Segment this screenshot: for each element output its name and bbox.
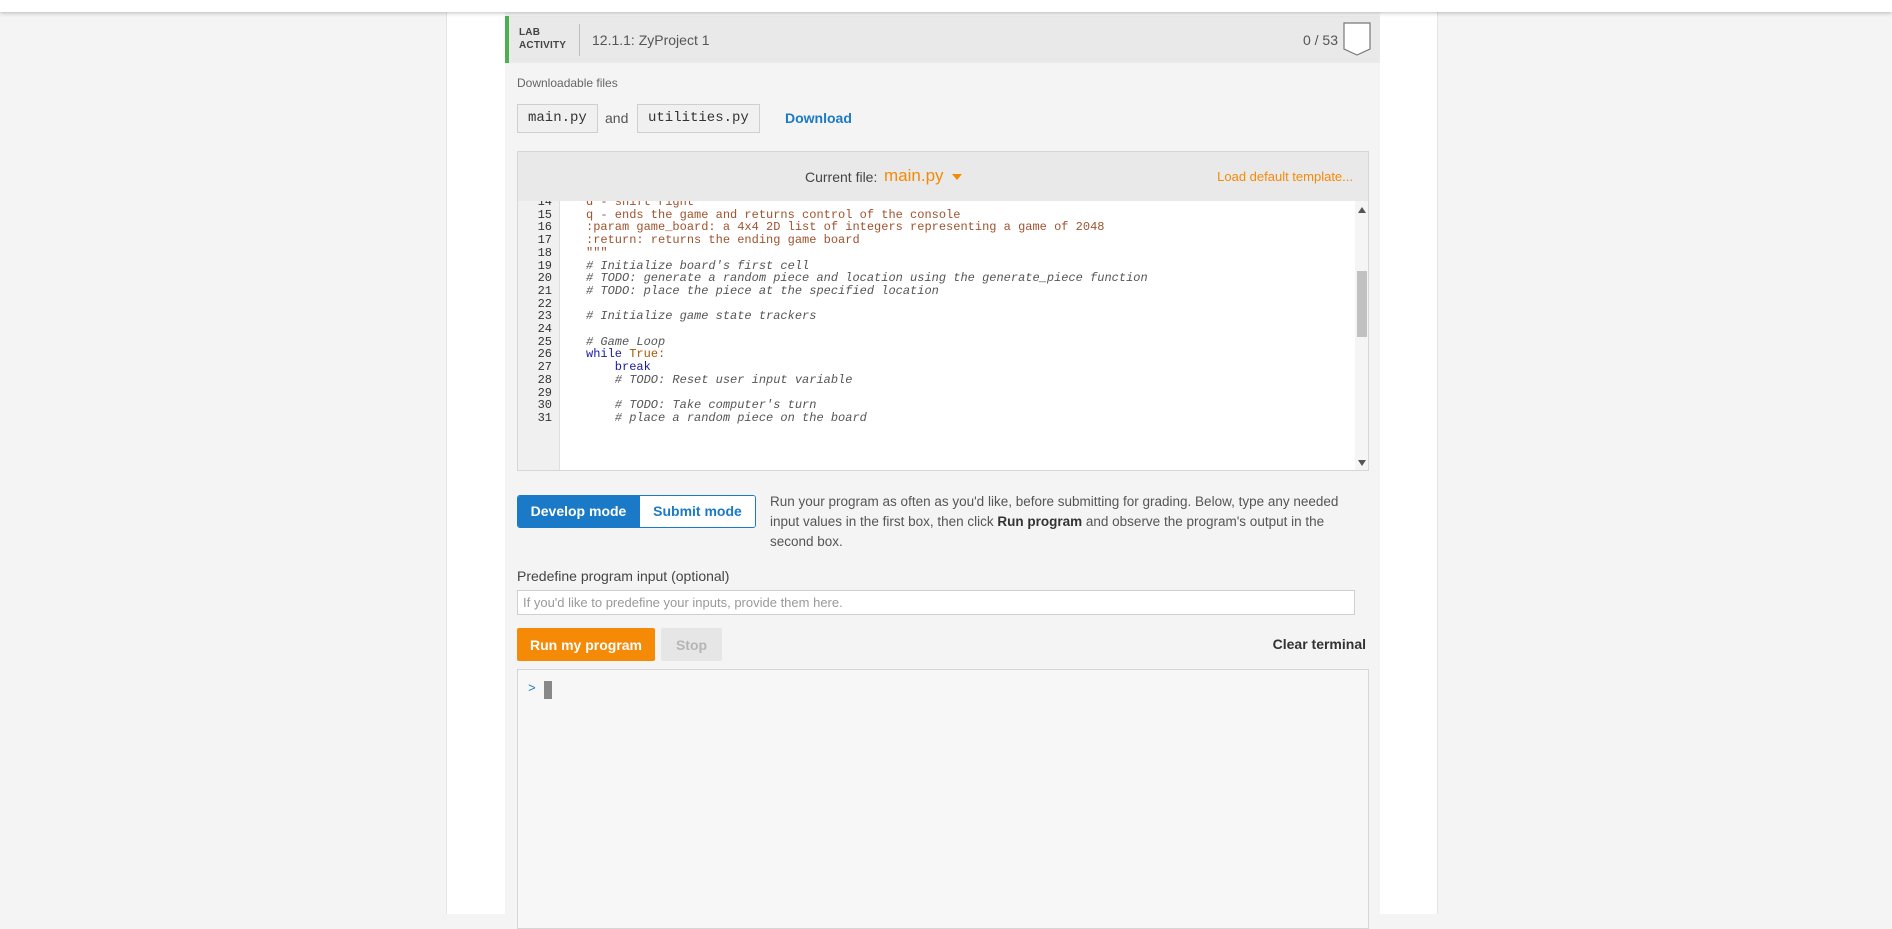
develop-mode-button[interactable]: Develop mode	[518, 496, 639, 527]
line-number-gutter: 14 15 16 17 18 19 20 21 22 23 24 25 26 27 28 29 30 31	[518, 201, 560, 470]
terminal-prompt-icon: >	[528, 681, 536, 696]
code-editor: Current file: main.py Load default templ…	[517, 151, 1369, 471]
page-column: LAB ACTIVITY 12.1.1: ZyProject 1 0 / 53 …	[446, 0, 1438, 929]
file-chip-utilities-py: utilities.py	[637, 104, 760, 133]
files-conjunction: and	[605, 110, 629, 126]
mode-desc-bold: Run program	[997, 514, 1083, 529]
lab-tag-line1: LAB	[519, 27, 541, 38]
code-area[interactable]: 14 15 16 17 18 19 20 21 22 23 24 25 26 27 28 29 30 31 d -…	[518, 201, 1368, 470]
submit-mode-button[interactable]: Submit mode	[639, 496, 755, 527]
downloadable-files-label: Downloadable files	[517, 76, 618, 90]
output-terminal[interactable]: >	[517, 669, 1369, 929]
download-link[interactable]: Download	[785, 110, 852, 126]
load-default-template-link[interactable]: Load default template...	[1217, 169, 1353, 184]
mode-description: Run your program as often as you'd like,…	[770, 492, 1370, 552]
header-divider	[579, 24, 580, 56]
editor-scrollbar[interactable]	[1355, 201, 1368, 470]
scrollbar-thumb[interactable]	[1357, 271, 1367, 337]
code-line[interactable]: :return: returns the ending game board	[586, 233, 860, 247]
lab-activity-card: LAB ACTIVITY 12.1.1: ZyProject 1 0 / 53 …	[505, 12, 1380, 929]
scroll-down-arrow-icon[interactable]	[1358, 460, 1366, 466]
code-line[interactable]: # TODO: place the piece at the specified…	[586, 284, 939, 298]
terminal-cursor	[544, 681, 552, 699]
line-number: 31	[537, 410, 552, 425]
predefine-input-label: Predefine program input (optional)	[517, 568, 730, 584]
current-file-dropdown[interactable]: main.py	[884, 166, 944, 186]
editor-toolbar: Current file: main.py Load default templ…	[518, 152, 1368, 201]
lab-header: LAB ACTIVITY 12.1.1: ZyProject 1 0 / 53	[505, 16, 1380, 63]
code-line[interactable]: # Initialize game state trackers	[586, 309, 816, 323]
mode-toggle: Develop mode Submit mode	[517, 495, 756, 528]
lab-score: 0 / 53	[1302, 32, 1338, 48]
current-file-label: Current file:	[805, 169, 878, 185]
lab-tag-line2: ACTIVITY	[519, 40, 567, 51]
code-line[interactable]: # place a random piece on the board	[586, 411, 867, 425]
file-chip-main-py: main.py	[517, 104, 598, 133]
scroll-up-arrow-icon[interactable]	[1358, 207, 1366, 213]
code-line[interactable]: # TODO: Reset user input variable	[586, 373, 853, 387]
chevron-down-icon[interactable]	[952, 174, 962, 180]
stop-button: Stop	[661, 628, 722, 661]
clear-terminal-button[interactable]: Clear terminal	[1273, 636, 1366, 652]
run-program-button[interactable]: Run my program	[517, 628, 655, 661]
progress-badge-icon	[1343, 22, 1371, 56]
lab-activity-tag: LAB ACTIVITY	[519, 26, 566, 52]
lab-title: 12.1.1: ZyProject 1	[592, 32, 710, 48]
predefine-input-field[interactable]	[517, 590, 1355, 615]
top-bar	[0, 0, 1892, 12]
